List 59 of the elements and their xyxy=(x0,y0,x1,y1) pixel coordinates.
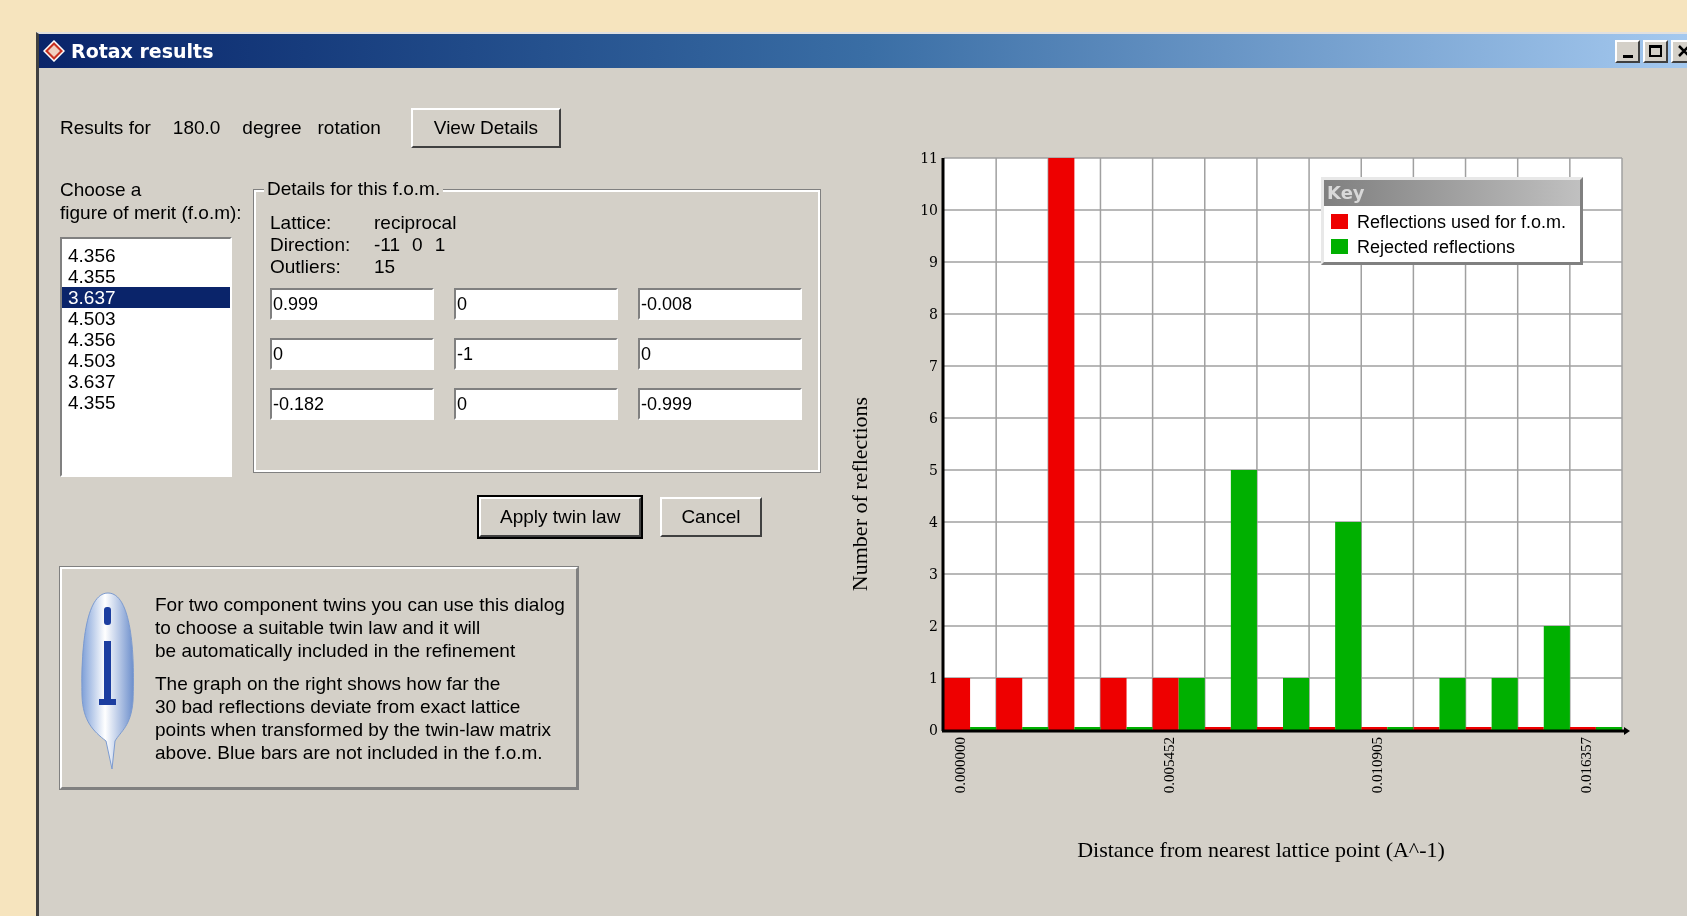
list-item[interactable]: 4.355 xyxy=(62,266,230,287)
y-tick-label: 11 xyxy=(920,150,938,166)
matrix-field[interactable]: -0.182 xyxy=(270,388,434,420)
detail-value: 1 xyxy=(434,234,446,256)
list-label: figure of merit (f.o.m): xyxy=(60,201,242,224)
fom-list[interactable]: 4.356 4.355 3.637 4.503 4.356 4.503 3.637 4.355 xyxy=(60,237,232,477)
list-item[interactable]: 4.356 xyxy=(62,329,230,350)
matrix-field[interactable]: -1 xyxy=(454,338,618,370)
detail-value: 0 xyxy=(412,234,423,256)
y-tick-label: 9 xyxy=(929,254,938,270)
cancel-button[interactable]: Cancel xyxy=(660,497,762,537)
x-tick-label: 0.016357 xyxy=(1577,737,1594,794)
view-details-button[interactable]: View Details xyxy=(410,108,561,148)
matrix-field[interactable]: -0.008 xyxy=(638,288,802,320)
x-tick-label: 0.000000 xyxy=(952,737,968,794)
y-tick-label: 6 xyxy=(929,410,938,426)
y-tick-label: 4 xyxy=(929,514,938,530)
list-label: Choose a xyxy=(60,178,142,201)
detail-value: 15 xyxy=(374,256,396,278)
matrix-field[interactable]: -0.999 xyxy=(638,388,802,420)
list-item[interactable]: 4.356 xyxy=(62,245,230,266)
info-text: The graph on the right shows how far the 30 bad reflections deviate from exact lattice points when transformed by the twin-law matrix above. Blue bars are not included in the f.o.m. xyxy=(155,672,552,764)
y-tick-label: 10 xyxy=(920,202,938,218)
x-axis-title: Distance from nearest lattice point (A^-1) xyxy=(1077,837,1445,862)
list-item[interactable]: 3.637 xyxy=(62,371,230,392)
results-label: Results for xyxy=(60,115,151,140)
list-item[interactable]: 4.503 xyxy=(62,308,230,329)
matrix-field[interactable]: 0 xyxy=(270,338,434,370)
angle-unit: degree xyxy=(242,115,302,140)
matrix-field[interactable]: 0 xyxy=(454,388,618,420)
legend-label: Reflections used for f.o.m. xyxy=(1357,210,1567,233)
rotation-angle: 180.0 xyxy=(172,115,221,140)
y-tick-label: 5 xyxy=(929,462,938,478)
detail-label: Direction: xyxy=(270,234,352,256)
y-tick-label: 8 xyxy=(929,306,938,322)
x-tick-label: 0.010905 xyxy=(1369,737,1386,794)
y-tick-label: 2 xyxy=(929,618,938,634)
legend-label: Rejected reflections xyxy=(1357,235,1516,258)
detail-label: Lattice: xyxy=(270,212,333,234)
list-item[interactable]: 4.503 xyxy=(62,350,230,371)
motion-label: rotation xyxy=(317,115,381,140)
matrix-field[interactable]: 0 xyxy=(454,288,618,320)
y-axis-title: Number of reflections xyxy=(847,396,872,592)
matrix-field[interactable]: 0 xyxy=(638,338,802,370)
y-tick-label: 7 xyxy=(929,358,938,374)
detail-value: -11 xyxy=(374,234,401,256)
matrix-field[interactable]: 0.999 xyxy=(270,288,434,320)
y-tick-label: 0 xyxy=(929,722,938,738)
apply-button[interactable]: Apply twin law xyxy=(479,497,642,537)
window-title: Rotax results xyxy=(71,38,214,64)
info-text: For two component twins you can use this dialog to choose a suitable twin law and it will be automatically included in the refinement xyxy=(155,593,565,662)
detail-label: Outliers: xyxy=(270,256,342,278)
list-item[interactable]: 4.355 xyxy=(62,392,230,413)
y-tick-label: 1 xyxy=(929,670,938,686)
x-tick-label: 0.005452 xyxy=(1160,737,1177,794)
detail-value: reciprocal xyxy=(374,212,457,234)
y-tick-label: 3 xyxy=(929,566,938,582)
legend-title: Key xyxy=(1327,182,1365,204)
list-item[interactable]: 3.637 xyxy=(62,287,230,308)
